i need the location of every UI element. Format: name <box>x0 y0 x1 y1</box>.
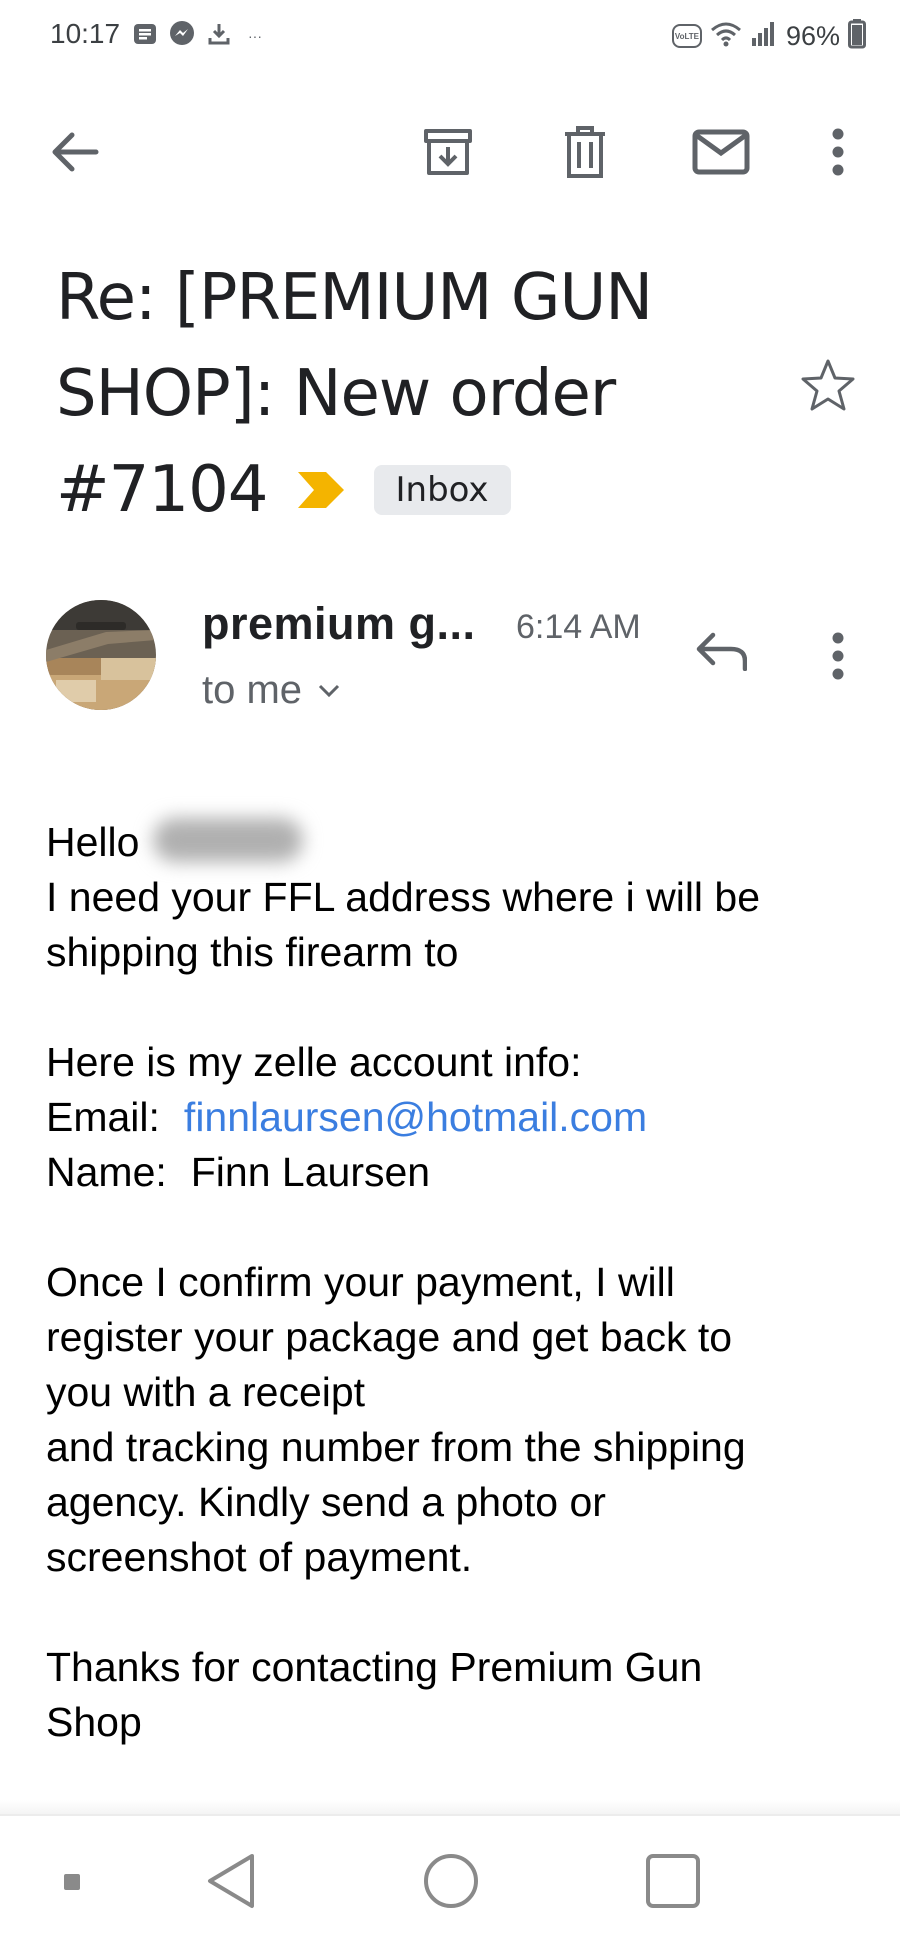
reply-icon <box>696 632 747 671</box>
archive-button[interactable] <box>413 122 483 182</box>
volte-label: VoLTE <box>674 31 700 41</box>
recipient-details-toggle[interactable]: to me <box>202 668 340 713</box>
subject-line-2: SHOP]: New order <box>56 357 616 431</box>
sender-avatar[interactable] <box>46 600 156 710</box>
email-label: Email: <box>46 1094 160 1140</box>
nav-overview-button[interactable] <box>638 1846 708 1916</box>
rifle-avatar-image <box>46 600 156 710</box>
payment-paragraph: Once I confirm your payment, I will regi… <box>46 1259 746 1580</box>
content-fade <box>0 1800 900 1814</box>
messenger-icon <box>168 20 196 53</box>
mark-unread-button[interactable] <box>683 122 759 182</box>
status-bar: 10:17 ··· VoLTE 96% <box>0 0 900 72</box>
chevron-down-icon <box>318 684 340 697</box>
back-button[interactable] <box>40 122 110 182</box>
recipient-label: to me <box>202 668 303 712</box>
zelle-intro: Here is my zelle account info: <box>46 1039 582 1085</box>
sender-name[interactable]: premium g... <box>202 598 476 650</box>
subject-line-1: Re: [PREMIUM GUN <box>56 261 653 335</box>
inbox-label-chip[interactable]: Inbox <box>373 465 511 515</box>
signal-icon <box>750 20 778 53</box>
zelle-name-row: Name: Finn Laursen <box>46 1145 866 1200</box>
zelle-email-link[interactable]: finnlaursen@hotmail.com <box>184 1094 647 1140</box>
more-vert-icon <box>832 128 844 176</box>
greeting: Hello <box>46 819 140 865</box>
thanks-paragraph: Thanks for contacting Premium Gun Shop <box>46 1644 703 1745</box>
delete-button[interactable] <box>550 122 620 182</box>
zelle-email-row: Email: finnlaursen@hotmail.com <box>46 1090 866 1145</box>
greeting-line: Hello <box>46 815 866 870</box>
more-vert-icon <box>832 632 844 680</box>
more-options-button[interactable] <box>818 122 858 182</box>
subject-line-3-row: #7104 Inbox <box>56 442 776 538</box>
wifi-icon <box>710 20 742 53</box>
more-notifications-icon: ··· <box>248 28 262 44</box>
important-marker-icon[interactable] <box>296 470 346 510</box>
recents-small-button[interactable] <box>52 1862 92 1902</box>
download-icon <box>206 21 232 52</box>
reply-button[interactable] <box>690 626 752 676</box>
notification-icons: ··· <box>132 18 262 54</box>
zelle-name-value: Finn Laursen <box>190 1149 431 1195</box>
subject-line-3: #7104 <box>56 453 268 527</box>
mail-icon <box>692 129 750 175</box>
system-navigation-bar <box>0 1814 900 1950</box>
name-label: Name: <box>46 1149 167 1195</box>
nav-back-button[interactable] <box>196 1846 266 1916</box>
archive-icon <box>424 129 472 175</box>
body-line-1: I need your FFL address where i will be … <box>46 874 761 975</box>
square-overview-icon <box>646 1854 700 1908</box>
nav-home-button[interactable] <box>416 1846 486 1916</box>
circle-home-icon <box>424 1854 478 1908</box>
redacted-name <box>153 818 304 862</box>
battery-percent: 96% <box>785 20 840 51</box>
volte-icon: VoLTE <box>671 24 702 48</box>
system-status-icons: VoLTE 96% <box>671 16 866 56</box>
triangle-back-icon <box>208 1854 254 1908</box>
star-icon <box>801 359 855 411</box>
email-toolbar <box>0 100 900 204</box>
message-more-options-button[interactable] <box>818 626 858 686</box>
email-body: Hello I need your FFL address where i wi… <box>46 815 866 1750</box>
square-small-icon <box>64 1874 80 1890</box>
status-time: 10:17 <box>50 18 121 49</box>
sent-time: 6:14 AM <box>516 608 641 646</box>
battery-icon <box>848 18 866 54</box>
star-button[interactable] <box>800 358 856 417</box>
arrow-back-icon <box>52 132 99 172</box>
message-notification-icon <box>132 21 158 52</box>
trash-icon <box>565 126 605 178</box>
email-subject: Re: [PREMIUM GUN SHOP]: New order #7104 … <box>56 250 776 538</box>
